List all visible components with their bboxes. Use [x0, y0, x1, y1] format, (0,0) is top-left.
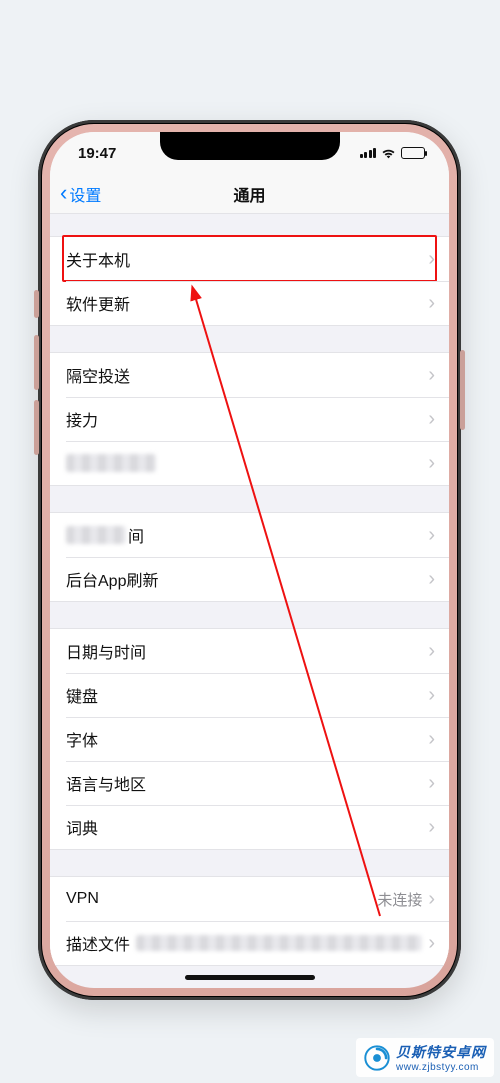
- redacted-value: [136, 935, 422, 951]
- chevron-right-icon: ›: [428, 525, 435, 545]
- row-redacted[interactable]: ›: [50, 441, 449, 485]
- nav-header: ‹ 设置 通用: [50, 174, 449, 214]
- chevron-right-icon: ›: [428, 249, 435, 269]
- back-label: 设置: [69, 182, 101, 206]
- row-airdrop[interactable]: 隔空投送 ›: [50, 353, 449, 397]
- chevron-right-icon: ›: [428, 409, 435, 429]
- watermark-title: 贝斯特安卓网: [396, 1044, 486, 1060]
- page-title: 通用: [233, 182, 265, 206]
- status-time: 19:47: [78, 145, 116, 162]
- row-date-time[interactable]: 日期与时间 ›: [50, 629, 449, 673]
- status-indicators: [360, 147, 426, 159]
- volume-up-button: [34, 335, 39, 390]
- chevron-right-icon: ›: [428, 773, 435, 793]
- watermark-text: 贝斯特安卓网 www.zjbstyy.com: [396, 1042, 486, 1073]
- row-profile[interactable]: 描述文件 ›: [50, 921, 449, 965]
- row-label: 词典: [66, 815, 428, 839]
- chevron-right-icon: ›: [428, 641, 435, 661]
- row-label: VPN: [66, 890, 377, 908]
- chevron-left-icon: ‹: [60, 182, 67, 204]
- power-button: [460, 350, 465, 430]
- row-label: 接力: [66, 407, 428, 431]
- row-label: 软件更新: [66, 291, 428, 315]
- row-software-update[interactable]: 软件更新 ›: [50, 281, 449, 325]
- chevron-right-icon: ›: [428, 817, 435, 837]
- settings-group: 日期与时间 › 键盘 › 字体 › 语言与地区 › 词典 ›: [50, 628, 449, 850]
- phone-frame: 19:47 ‹ 设置 通用 关于本机 › 软件更新: [38, 120, 461, 1000]
- row-label: 隔空投送: [66, 363, 428, 387]
- settings-group: 关于本机 › 软件更新 ›: [50, 236, 449, 326]
- watermark-logo-icon: [364, 1045, 390, 1071]
- chevron-right-icon: ›: [428, 293, 435, 313]
- screen: 19:47 ‹ 设置 通用 关于本机 › 软件更新: [50, 132, 449, 988]
- chevron-right-icon: ›: [428, 889, 435, 909]
- row-keyboard[interactable]: 键盘 ›: [50, 673, 449, 717]
- row-redacted[interactable]: 间 ›: [50, 513, 449, 557]
- redacted-label: [66, 526, 126, 544]
- back-button[interactable]: ‹ 设置: [60, 174, 101, 214]
- settings-content[interactable]: 关于本机 › 软件更新 › 隔空投送 › 接力 ›: [50, 236, 449, 966]
- chevron-right-icon: ›: [428, 685, 435, 705]
- row-about[interactable]: 关于本机 ›: [50, 237, 449, 281]
- row-background-refresh[interactable]: 后台App刷新 ›: [50, 557, 449, 601]
- settings-group: 隔空投送 › 接力 › ›: [50, 352, 449, 486]
- settings-group: VPN 未连接 › 描述文件 ›: [50, 876, 449, 966]
- chevron-right-icon: ›: [428, 729, 435, 749]
- wifi-icon: [381, 148, 396, 159]
- row-handoff[interactable]: 接力 ›: [50, 397, 449, 441]
- volume-down-button: [34, 400, 39, 455]
- redacted-label: [66, 454, 156, 472]
- row-dictionary[interactable]: 词典 ›: [50, 805, 449, 849]
- row-label: 字体: [66, 727, 428, 751]
- watermark-url: www.zjbstyy.com: [396, 1062, 486, 1073]
- cellular-signal-icon: [360, 148, 377, 158]
- chevron-right-icon: ›: [428, 569, 435, 589]
- row-label: 语言与地区: [66, 771, 428, 795]
- battery-icon: [401, 147, 425, 159]
- home-indicator[interactable]: [185, 975, 315, 980]
- row-vpn[interactable]: VPN 未连接 ›: [50, 877, 449, 921]
- settings-group: 间 › 后台App刷新 ›: [50, 512, 449, 602]
- row-fonts[interactable]: 字体 ›: [50, 717, 449, 761]
- watermark: 贝斯特安卓网 www.zjbstyy.com: [356, 1038, 494, 1077]
- row-label-suffix: 间: [128, 523, 144, 547]
- row-language-region[interactable]: 语言与地区 ›: [50, 761, 449, 805]
- row-label: 后台App刷新: [66, 567, 428, 591]
- notch: [160, 132, 340, 160]
- row-label: 关于本机: [66, 247, 428, 271]
- row-value: 未连接: [377, 889, 422, 910]
- chevron-right-icon: ›: [428, 365, 435, 385]
- row-label: 日期与时间: [66, 639, 428, 663]
- row-label: 键盘: [66, 683, 428, 707]
- chevron-right-icon: ›: [428, 453, 435, 473]
- chevron-right-icon: ›: [428, 933, 435, 953]
- row-label: 描述文件: [66, 931, 130, 955]
- mute-switch: [34, 290, 39, 318]
